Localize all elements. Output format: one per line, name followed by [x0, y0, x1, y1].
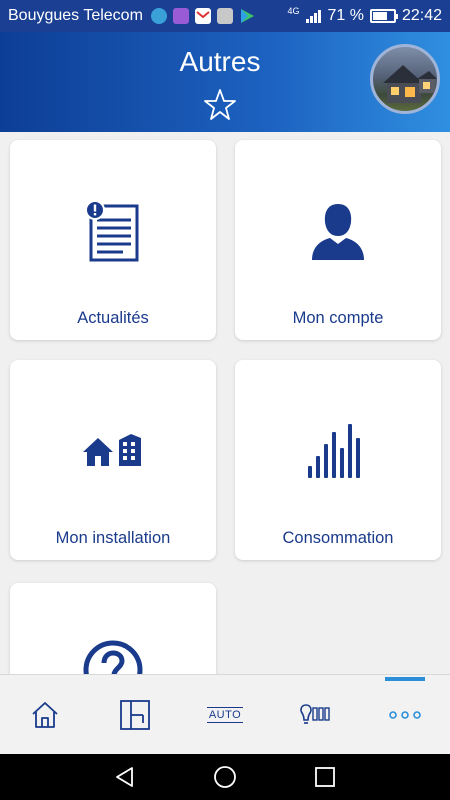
- avatar[interactable]: [370, 44, 440, 114]
- tile-actualites[interactable]: Actualités: [10, 140, 216, 340]
- app-icon: [172, 8, 189, 24]
- floor-plan-icon: [120, 700, 150, 730]
- bottom-nav: AUTO: [0, 674, 450, 754]
- battery-icon: [369, 9, 398, 23]
- tile-label: Mon installation: [55, 529, 171, 547]
- network-type: 4G: [287, 6, 300, 16]
- back-icon[interactable]: [112, 764, 138, 790]
- tile-consommation[interactable]: Consommation: [235, 360, 441, 560]
- favorite-star-icon[interactable]: [203, 88, 237, 122]
- nav-more[interactable]: [360, 675, 450, 755]
- moon-icon: [150, 8, 167, 24]
- app-header: Autres: [0, 32, 450, 132]
- status-bar: Bouygues Telecom 4G 71 % 22:42: [0, 0, 450, 32]
- carrier-name: Bouygues Telecom: [8, 7, 143, 24]
- notification-icons: [150, 8, 255, 24]
- battery-fill: [372, 12, 388, 20]
- user-icon: [312, 204, 364, 260]
- tile-label: Mon compte: [292, 309, 384, 327]
- nav-lights[interactable]: [270, 675, 360, 755]
- tile-mon-compte[interactable]: Mon compte: [235, 140, 441, 340]
- home-icon: [32, 702, 58, 728]
- home-button-icon[interactable]: [212, 764, 238, 790]
- news-icon: [85, 200, 139, 262]
- tile-label: Consommation: [282, 529, 394, 547]
- consumption-icon: [308, 424, 360, 478]
- tile-mon-installation[interactable]: Mon installation: [10, 360, 216, 560]
- house-photo-icon: [383, 65, 437, 103]
- installation-icon: [83, 434, 141, 466]
- battery-percent: 71 %: [327, 7, 364, 24]
- system-nav-bar: [0, 754, 450, 800]
- nav-floor-plan[interactable]: [90, 675, 180, 755]
- lights-icon: [300, 704, 330, 724]
- square-icon: [216, 8, 233, 24]
- recents-icon[interactable]: [312, 764, 338, 790]
- tile-label: Actualités: [77, 309, 149, 327]
- signal-icon: [306, 10, 322, 23]
- nav-auto[interactable]: AUTO: [180, 675, 270, 755]
- more-icon: [389, 711, 421, 719]
- clock: 22:42: [401, 7, 442, 24]
- play-store-icon: [239, 8, 255, 24]
- auto-icon: AUTO: [206, 707, 244, 723]
- nav-home[interactable]: [0, 675, 90, 755]
- mail-icon: [194, 8, 211, 24]
